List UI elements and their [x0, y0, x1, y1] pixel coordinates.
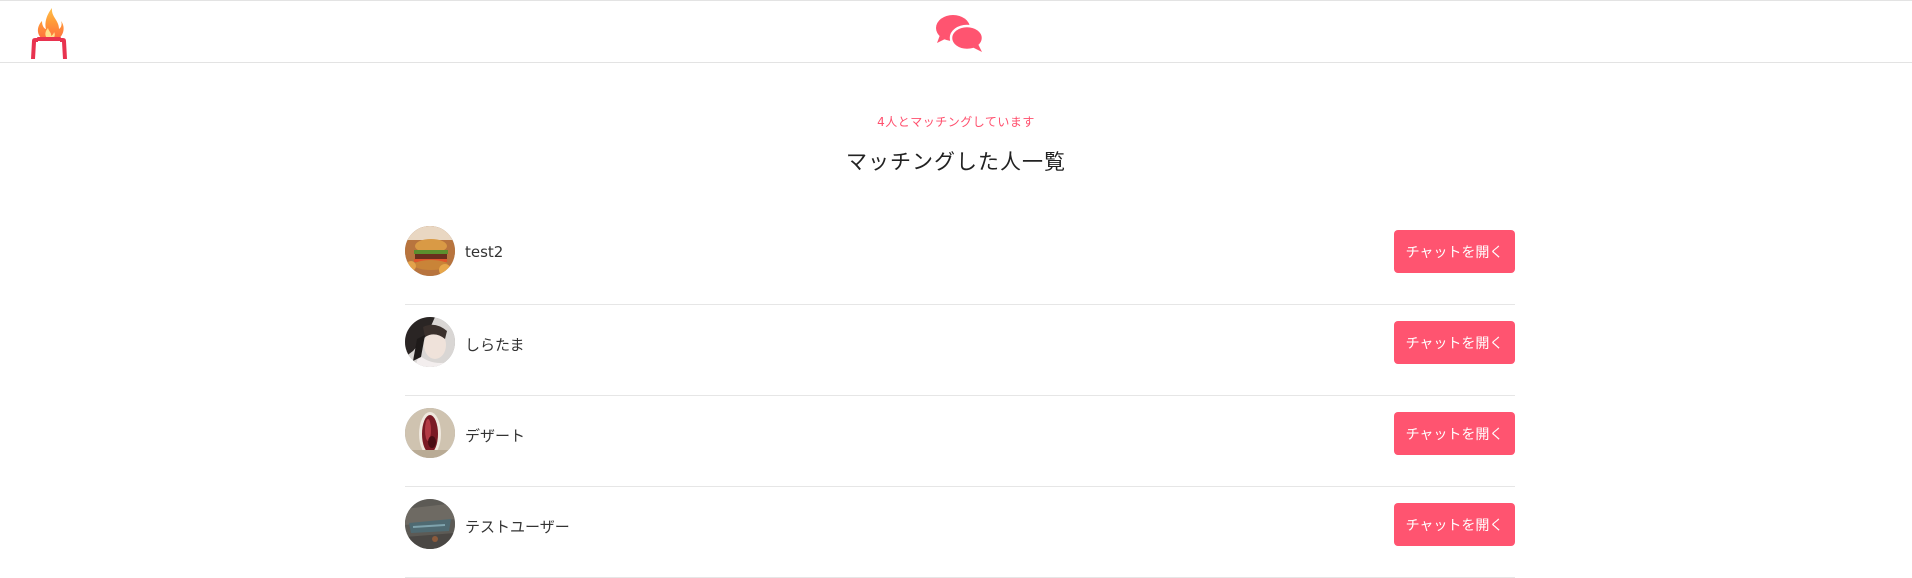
- flame-logo-icon[interactable]: [26, 5, 72, 61]
- match-list: test2 チャットを開く しらたま チャットを開く デザート チャットを開く …: [405, 215, 1515, 578]
- match-row: テストユーザー チャットを開く: [405, 488, 1515, 578]
- match-row: デザート チャットを開く: [405, 397, 1515, 487]
- open-chat-button[interactable]: チャットを開く: [1394, 503, 1515, 546]
- match-row: test2 チャットを開く: [405, 215, 1515, 305]
- page-title: マッチングした人一覧: [846, 150, 1066, 174]
- match-row: しらたま チャットを開く: [405, 306, 1515, 396]
- match-name: しらたま: [465, 336, 525, 354]
- open-chat-button[interactable]: チャットを開く: [1394, 412, 1515, 455]
- match-name: デザート: [465, 427, 526, 445]
- open-chat-button[interactable]: チャットを開く: [1394, 321, 1515, 364]
- avatar[interactable]: [405, 499, 455, 549]
- avatar[interactable]: [405, 408, 455, 458]
- app-header: [0, 0, 1912, 63]
- match-name: テストユーザー: [465, 518, 570, 536]
- avatar[interactable]: [405, 226, 455, 276]
- match-count-text: 4人とマッチングしています: [877, 115, 1035, 129]
- open-chat-button[interactable]: チャットを開く: [1394, 230, 1515, 273]
- chat-bubbles-icon[interactable]: [934, 13, 986, 55]
- avatar[interactable]: [405, 317, 455, 367]
- match-name: test2: [465, 243, 504, 261]
